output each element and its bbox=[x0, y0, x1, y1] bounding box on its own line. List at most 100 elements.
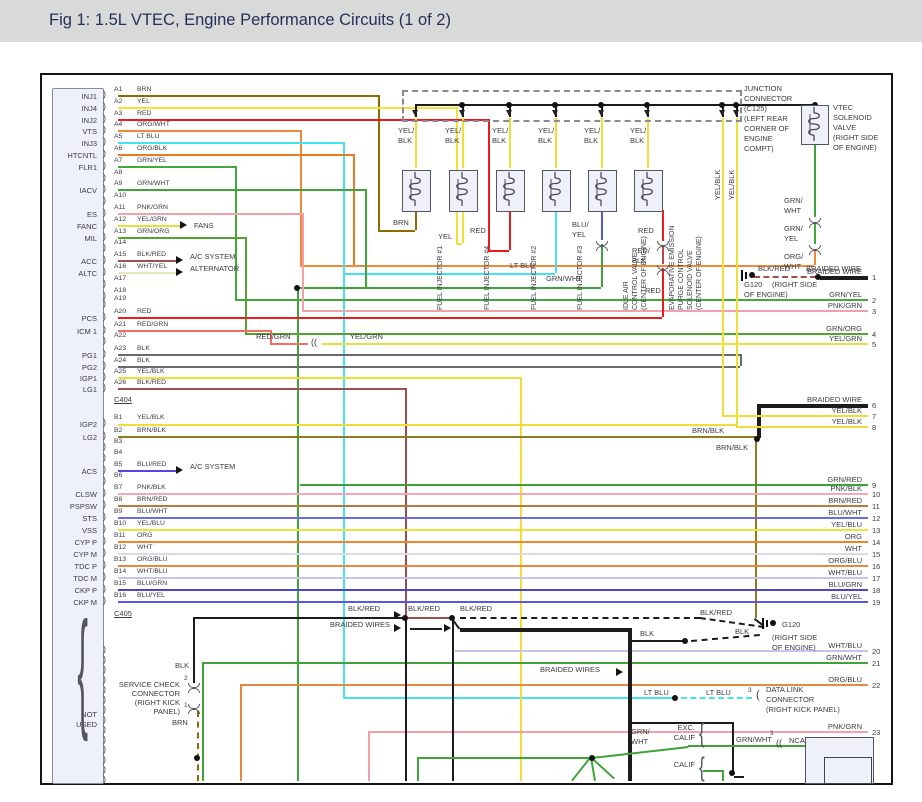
ecm-pin: ) bbox=[103, 195, 106, 205]
ecm-pin: ) bbox=[103, 430, 106, 440]
wire-label: YEL/ BLK bbox=[584, 126, 600, 145]
component-box bbox=[449, 170, 478, 212]
calif-brace-icon: { bbox=[699, 752, 705, 784]
terminal-number: 7 bbox=[872, 412, 876, 422]
arrow-icon bbox=[176, 256, 183, 264]
wire-label: DATA LINK bbox=[766, 685, 803, 695]
wire-segment bbox=[118, 260, 176, 262]
ecm-pin: ) bbox=[103, 231, 106, 241]
wire-label: PANEL) bbox=[153, 707, 180, 717]
wire-label: ALTERNATOR bbox=[190, 264, 239, 274]
ecm-pin-not-used: ) bbox=[103, 644, 106, 654]
ecm-side-label: PCS bbox=[82, 314, 97, 324]
pin-wire-color-label: GRN/ORG bbox=[137, 228, 169, 237]
ecm-side-label: ACS bbox=[82, 467, 97, 477]
wire-label: (( bbox=[311, 337, 317, 349]
wire-label: EXC. CALIF bbox=[674, 723, 695, 742]
inline-connector-icon bbox=[809, 223, 821, 228]
terminal-number: 21 bbox=[872, 659, 880, 669]
pin-id-label: B3 bbox=[114, 438, 122, 447]
arrow-icon bbox=[180, 221, 187, 229]
terminal-wire-label: BRN/RED bbox=[742, 496, 862, 506]
ecm-pin-not-used: ) bbox=[103, 654, 106, 664]
wire-segment bbox=[118, 366, 740, 368]
pin-id-label: B14 bbox=[114, 568, 126, 577]
ecm-pin: ) bbox=[103, 583, 106, 593]
ecm-pin: ) bbox=[103, 511, 106, 521]
wire-label: G120 bbox=[744, 280, 762, 290]
wire-label: GRN/ WHT bbox=[784, 196, 803, 215]
terminal-number: 13 bbox=[872, 526, 880, 536]
component-box bbox=[496, 170, 525, 212]
wire-segment bbox=[417, 757, 419, 781]
pin-id-label: B2 bbox=[114, 427, 122, 436]
page-title: Fig 1: 1.5L VTEC, Engine Performance Cir… bbox=[49, 11, 451, 30]
component-label: EVAPORATIVE EMISSION bbox=[669, 225, 676, 310]
inline-connector-icon bbox=[188, 688, 200, 693]
pin-wire-color-label: BLK bbox=[137, 345, 150, 354]
terminal-number: 20 bbox=[872, 647, 880, 657]
ecm-side-label: PG2 bbox=[82, 363, 97, 373]
component-box bbox=[801, 105, 829, 145]
component-box bbox=[402, 170, 431, 212]
pin-wire-color-label: GRN/YEL bbox=[137, 157, 167, 166]
ecm-pin: ) bbox=[103, 298, 106, 308]
terminal-number: 14 bbox=[872, 538, 880, 548]
wire-segment bbox=[270, 343, 308, 345]
pin-id-label: A2 bbox=[114, 98, 122, 107]
terminal-number: 5 bbox=[872, 340, 876, 350]
arrow-icon bbox=[444, 624, 451, 632]
wire-segment bbox=[240, 684, 242, 781]
ecm-pin-not-used: ) bbox=[103, 734, 106, 744]
component-label: (CENTER OF ENGINE) bbox=[696, 236, 703, 310]
wire-segment bbox=[118, 354, 740, 356]
pin-id-label: B10 bbox=[114, 520, 126, 529]
coil-icon bbox=[450, 171, 474, 207]
ecm-pin: ) bbox=[103, 278, 106, 288]
pin-wire-color-label: BLK/RED bbox=[137, 251, 166, 260]
pin-wire-color-label: BLU/RED bbox=[137, 461, 166, 470]
wire-segment bbox=[118, 213, 302, 215]
ecm-side-label: STS bbox=[82, 514, 97, 524]
pin-wire-color-label: WHT/YEL bbox=[137, 263, 167, 272]
ecm-pin-not-used: ) bbox=[103, 764, 106, 774]
wire-segment bbox=[343, 142, 345, 697]
wire-segment bbox=[462, 210, 464, 243]
wire-segment bbox=[417, 757, 592, 759]
pin-id-label: A5 bbox=[114, 133, 122, 142]
ecm-pin: ) bbox=[103, 242, 106, 252]
pin-wire-color-label: YEL/BLK bbox=[137, 414, 165, 423]
wire-segment bbox=[703, 770, 722, 772]
terminal-number: 1 bbox=[872, 273, 876, 283]
ecm-pin: ) bbox=[103, 335, 106, 345]
wiring-diagram-page: Fig 1: 1.5L VTEC, Engine Performance Cir… bbox=[0, 0, 922, 802]
ground-icon-part bbox=[762, 618, 764, 629]
component-label: CONTROL VALVE bbox=[632, 253, 639, 310]
wire-label: 3 bbox=[770, 731, 773, 739]
terminal-number: 16 bbox=[872, 562, 880, 572]
ecm-pin: ) bbox=[103, 207, 106, 217]
ecm-pin: ) bbox=[103, 535, 106, 545]
ecm-pin: ) bbox=[103, 559, 106, 569]
junction-connector-label: (LEFT REAR bbox=[744, 114, 788, 124]
wire-label: A/C SYSTEM bbox=[190, 252, 235, 262]
junction-dot bbox=[754, 436, 760, 442]
ecm-side-label: TDC P bbox=[75, 562, 98, 572]
wire-label: NCA bbox=[789, 736, 805, 746]
wire-segment bbox=[197, 711, 199, 781]
ecm-pin-not-used: ) bbox=[103, 724, 106, 734]
wire-segment bbox=[555, 118, 557, 168]
ecm-pin: ) bbox=[103, 487, 106, 497]
wire-segment bbox=[740, 354, 742, 366]
wire-label: BLK bbox=[175, 661, 189, 671]
pin-id-label: B6 bbox=[114, 472, 122, 481]
pin-id-label: A13 bbox=[114, 228, 126, 237]
terminal-wire-label: YEL/GRN bbox=[742, 334, 862, 344]
ecm-side-label: ALTC bbox=[78, 269, 97, 279]
ecm-pin-not-used: ) bbox=[103, 774, 106, 784]
wire-segment bbox=[343, 273, 555, 275]
vtec-solenoid-label: OF ENGINE) bbox=[833, 143, 877, 153]
inline-connector-icon bbox=[657, 270, 669, 275]
pin-wire-color-label: BLU/WHT bbox=[137, 508, 168, 517]
terminal-wire-label: BRAIDED WIRE bbox=[742, 267, 862, 277]
